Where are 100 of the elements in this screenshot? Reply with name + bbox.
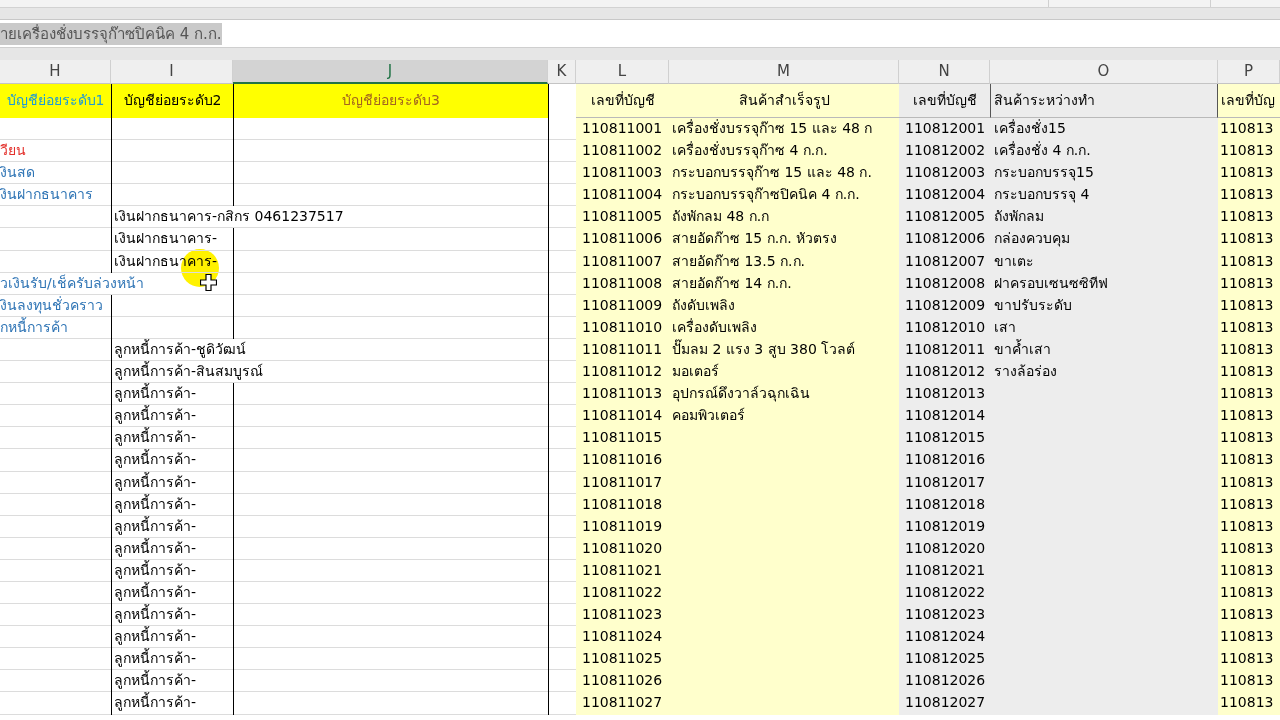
table-cell: 110811024 — [576, 626, 669, 649]
table-cell: 110811002 — [576, 140, 669, 163]
column-title: บัญชีย่อยระดับ3 — [234, 84, 548, 118]
table-cell: 110813 — [1218, 581, 1280, 605]
table-cell: 110811011 — [576, 338, 669, 362]
table-cell: 110812005 — [899, 206, 990, 229]
table-cell: 110813 — [1218, 449, 1280, 472]
table-cell: 110812003 — [899, 162, 990, 185]
table-cell: 110812007 — [899, 250, 990, 273]
table-cell: เครื่องชั่งบรรจุก๊าซ 4 ก.ก. — [669, 140, 899, 163]
table-cell: 110811022 — [576, 581, 669, 605]
table-cell: 110811012 — [576, 361, 669, 384]
table-cell: กล่องควบคุม — [990, 228, 1218, 251]
table-cell: 110811018 — [576, 493, 669, 516]
table-cell: สายอัดก๊าซ 15 ก.ก. หัวตรง — [669, 228, 899, 251]
table-cell: 110813 — [1218, 471, 1280, 494]
table-cell: กระบอกบรรจุ15 — [990, 162, 1218, 185]
table-cell: ถังพักลม 48 ก.ก — [669, 206, 899, 229]
table-cell: 110811016 — [576, 449, 669, 472]
column-title: สินค้าระหว่างทำ — [990, 84, 1218, 118]
table-cell: 110812002 — [899, 140, 990, 163]
table-cell: กระบอกบรรจุก๊าซ 15 และ 48 ก. — [669, 162, 899, 185]
table-cell: 110812025 — [899, 648, 990, 671]
column-header[interactable]: P — [1218, 60, 1280, 84]
table-cell: 110812009 — [899, 294, 990, 317]
column-header[interactable]: M — [669, 60, 899, 84]
table-cell: เครื่องชั่งบรรจุก๊าซ 15 และ 48 ก — [669, 118, 899, 141]
table-cell: 110813 — [1218, 162, 1280, 185]
table-cell: 110812024 — [899, 626, 990, 649]
column-header[interactable]: N — [899, 60, 990, 84]
table-cell: วเงินรับ/เช็ครับล่วงหน้า — [0, 272, 233, 295]
column-header[interactable]: L — [576, 60, 669, 84]
table-cell: 110813 — [1218, 648, 1280, 671]
table-cell: คอมพิวเตอร์ — [669, 405, 899, 428]
table-cell: 110812021 — [899, 559, 990, 582]
table-cell: กระบอกบรรจุ 4 — [990, 184, 1218, 207]
table-cell: เครื่องชั่ง 4 ก.ก. — [990, 140, 1218, 163]
table-cell: ถังพักลม — [990, 206, 1218, 229]
column-title: เลขที่บัญชี — [576, 84, 669, 118]
column-header[interactable]: H — [0, 60, 111, 84]
table-cell: ขาค้ำเสา — [990, 338, 1218, 362]
table-cell: 110813 — [1218, 206, 1280, 229]
table-cell: 110811006 — [576, 228, 669, 251]
table-cell: 110811013 — [576, 383, 669, 406]
table-cell: 110813 — [1218, 493, 1280, 516]
table-cell: 110812027 — [899, 692, 990, 715]
table-cell: 110812018 — [899, 493, 990, 516]
table-cell: ลูกหนี้การค้า-ชูดิวัฒน์ — [112, 338, 548, 362]
table-cell: 110812016 — [899, 449, 990, 472]
table-cell: 110813 — [1218, 427, 1280, 450]
column-title: บัญชีย่อยระดับ1 — [0, 84, 111, 118]
table-cell: 110812006 — [899, 228, 990, 251]
table-cell: 110813 — [1218, 184, 1280, 207]
table-cell: 110813 — [1218, 537, 1280, 560]
table-cell: ฝาครอบเซนซซิทีฟ — [990, 272, 1218, 295]
column-header[interactable]: O — [990, 60, 1218, 84]
column-title: เลขที่บัญ — [1218, 84, 1280, 118]
table-cell: 110811026 — [576, 670, 669, 693]
table-cell: ถังดับเพลิง — [669, 294, 899, 317]
column-title: เลขที่บัญชี — [899, 84, 990, 118]
table-cell: 110811019 — [576, 515, 669, 538]
column-title: สินค้าสำเร็จรูป — [669, 84, 899, 118]
table-cell: 110812017 — [899, 471, 990, 494]
table-cell: 110813 — [1218, 515, 1280, 538]
table-cell: เครื่องชั่ง15 — [990, 118, 1218, 141]
table-cell: 110811021 — [576, 559, 669, 582]
table-cell: 110812014 — [899, 405, 990, 428]
column-header[interactable]: K — [548, 60, 576, 84]
table-cell: 110813 — [1218, 250, 1280, 273]
table-cell: 110811005 — [576, 206, 669, 229]
table-cell: รางล้อร่อง — [990, 361, 1218, 384]
column-header[interactable]: I — [111, 60, 233, 84]
plus-cursor-icon — [200, 274, 217, 291]
table-cell: เครื่องดับเพลิง — [669, 316, 899, 339]
table-cell: 110812004 — [899, 184, 990, 207]
table-cell: 110812022 — [899, 581, 990, 605]
table-cell: 110812012 — [899, 361, 990, 384]
table-cell: 110813 — [1218, 140, 1280, 163]
table-cell: 110813 — [1218, 405, 1280, 428]
table-cell: เงินฝากธนาคาร-กสิกร 0461237517 — [112, 206, 548, 229]
column-header[interactable]: J — [233, 60, 548, 84]
column-title: บัญชีย่อยระดับ2 — [112, 84, 233, 118]
table-cell: 110812019 — [899, 515, 990, 538]
table-cell: สายอัดก๊าซ 14 ก.ก. — [669, 272, 899, 295]
table-cell: อุปกรณ์ดึงวาล์วฉุกเฉิน — [669, 383, 899, 406]
table-cell: 110811020 — [576, 537, 669, 560]
table-cell: 110812023 — [899, 604, 990, 627]
table-cell: 110812011 — [899, 338, 990, 362]
table-cell: 110811023 — [576, 604, 669, 627]
table-cell: สายอัดก๊าซ 13.5 ก.ก. — [669, 250, 899, 273]
table-cell: 110813 — [1218, 383, 1280, 406]
table-cell: 110811027 — [576, 692, 669, 715]
formula-bar[interactable]: ายเครื่องชั่งบรรจุก๊าซปิคนิค 4 ก.ก. — [0, 19, 1280, 47]
table-cell: 110812001 — [899, 118, 990, 141]
table-cell: ขาปรับระดับ — [990, 294, 1218, 317]
table-cell: 110811015 — [576, 427, 669, 450]
table-cell: 110813 — [1218, 338, 1280, 362]
table-cell: 110813 — [1218, 228, 1280, 251]
table-cell: 110812015 — [899, 427, 990, 450]
table-cell: 110811003 — [576, 162, 669, 185]
